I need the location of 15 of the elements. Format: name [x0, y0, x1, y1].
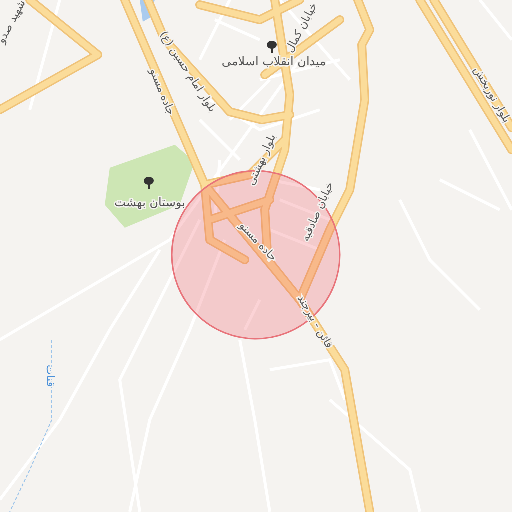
- street-label: بلوار نوربخش: [471, 64, 512, 126]
- tree-icon: [267, 41, 277, 53]
- street-label: شهید صدو: [0, 0, 28, 46]
- tree-icon: [144, 177, 154, 189]
- street-label: جاده مسنو: [147, 66, 178, 117]
- place-label: میدان انقلاب اسلامی: [222, 54, 326, 68]
- park-label: بوستان بهشت: [114, 195, 186, 210]
- map[interactable]: میدان انقلاب اسلامی بوستان بهشت جاده مسنو بلوار امام حسین (ع) خیابان کمال بلوار بهشتی جاده مسنو خیابان صادقیه قائن - بیرجند بلوار نوربخش قنات شهید صدو: [0, 0, 512, 512]
- street-label: بلوار بهشتی: [244, 132, 279, 188]
- water-label: قنات: [44, 364, 57, 388]
- water-area: [140, 0, 155, 22]
- street-label: خیابان کمال: [283, 0, 320, 55]
- street-label: جاده مسنو: [236, 219, 280, 264]
- street-label: قائن - بیرجند: [294, 292, 336, 351]
- street-label: خیابان صادقیه: [298, 180, 336, 244]
